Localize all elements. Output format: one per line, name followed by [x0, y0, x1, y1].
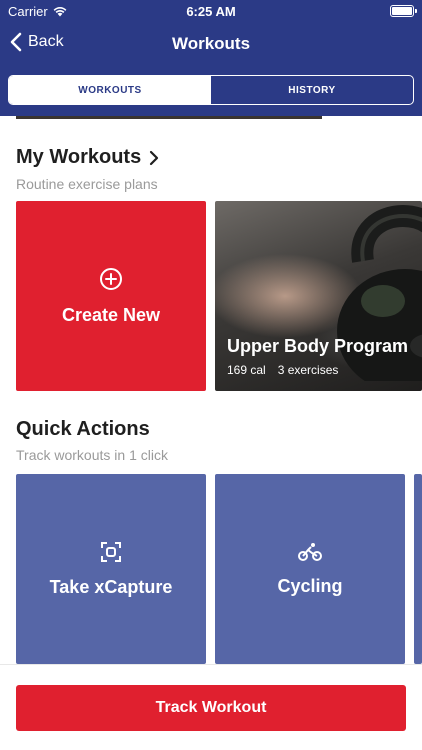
quick-actions-title: Quick Actions — [16, 418, 150, 440]
cycling-label: Cycling — [277, 575, 343, 596]
tab-history[interactable]: HISTORY — [211, 76, 413, 104]
chevron-right-icon — [150, 150, 159, 165]
quick-actions-subtitle: Track workouts in 1 click — [16, 447, 168, 463]
tab-workouts[interactable]: WORKOUTS — [9, 76, 211, 104]
capture-icon — [101, 541, 121, 562]
program-meta: 169 cal 3 exercises — [227, 363, 338, 377]
status-time: 6:25 AM — [186, 4, 236, 19]
status-bar: Carrier 6:25 AM — [0, 0, 422, 22]
top-bar: Carrier 6:25 AM Back Workouts WORKOUTS H… — [0, 0, 422, 116]
plus-circle-icon — [100, 267, 122, 290]
nav-bar: Back Workouts — [0, 22, 422, 66]
page-title: Workouts — [171, 34, 251, 53]
quick-action-xcapture[interactable]: Take xCapture — [16, 474, 206, 664]
bottom-bar: Track Workout — [0, 664, 422, 750]
quick-action-cycling[interactable]: Cycling — [215, 474, 405, 664]
track-workout-button[interactable]: Track Workout — [16, 685, 406, 731]
workouts-tab-control: WORKOUTS HISTORY — [8, 75, 414, 105]
program-exercises: 3 exercises — [277, 363, 339, 377]
program-calories: 169 cal — [227, 363, 266, 377]
my-workouts-subtitle: Routine exercise plans — [16, 176, 158, 192]
cycling-icon — [298, 542, 322, 561]
program-title: Upper Body Program — [227, 336, 409, 356]
create-new-card[interactable]: Create New — [16, 201, 206, 391]
scrolled-banner-edge — [16, 116, 322, 119]
battery-icon — [390, 5, 417, 17]
xcapture-label: Take xCapture — [49, 576, 173, 597]
program-card[interactable]: Upper Body Program 169 cal 3 exercises — [215, 201, 422, 391]
quick-actions-header: Quick Actions — [16, 418, 150, 441]
my-workouts-header[interactable]: My Workouts — [16, 146, 159, 169]
quick-action-next-edge[interactable] — [414, 474, 422, 664]
create-new-label: Create New — [61, 304, 161, 325]
my-workouts-title: My Workouts — [16, 146, 142, 168]
